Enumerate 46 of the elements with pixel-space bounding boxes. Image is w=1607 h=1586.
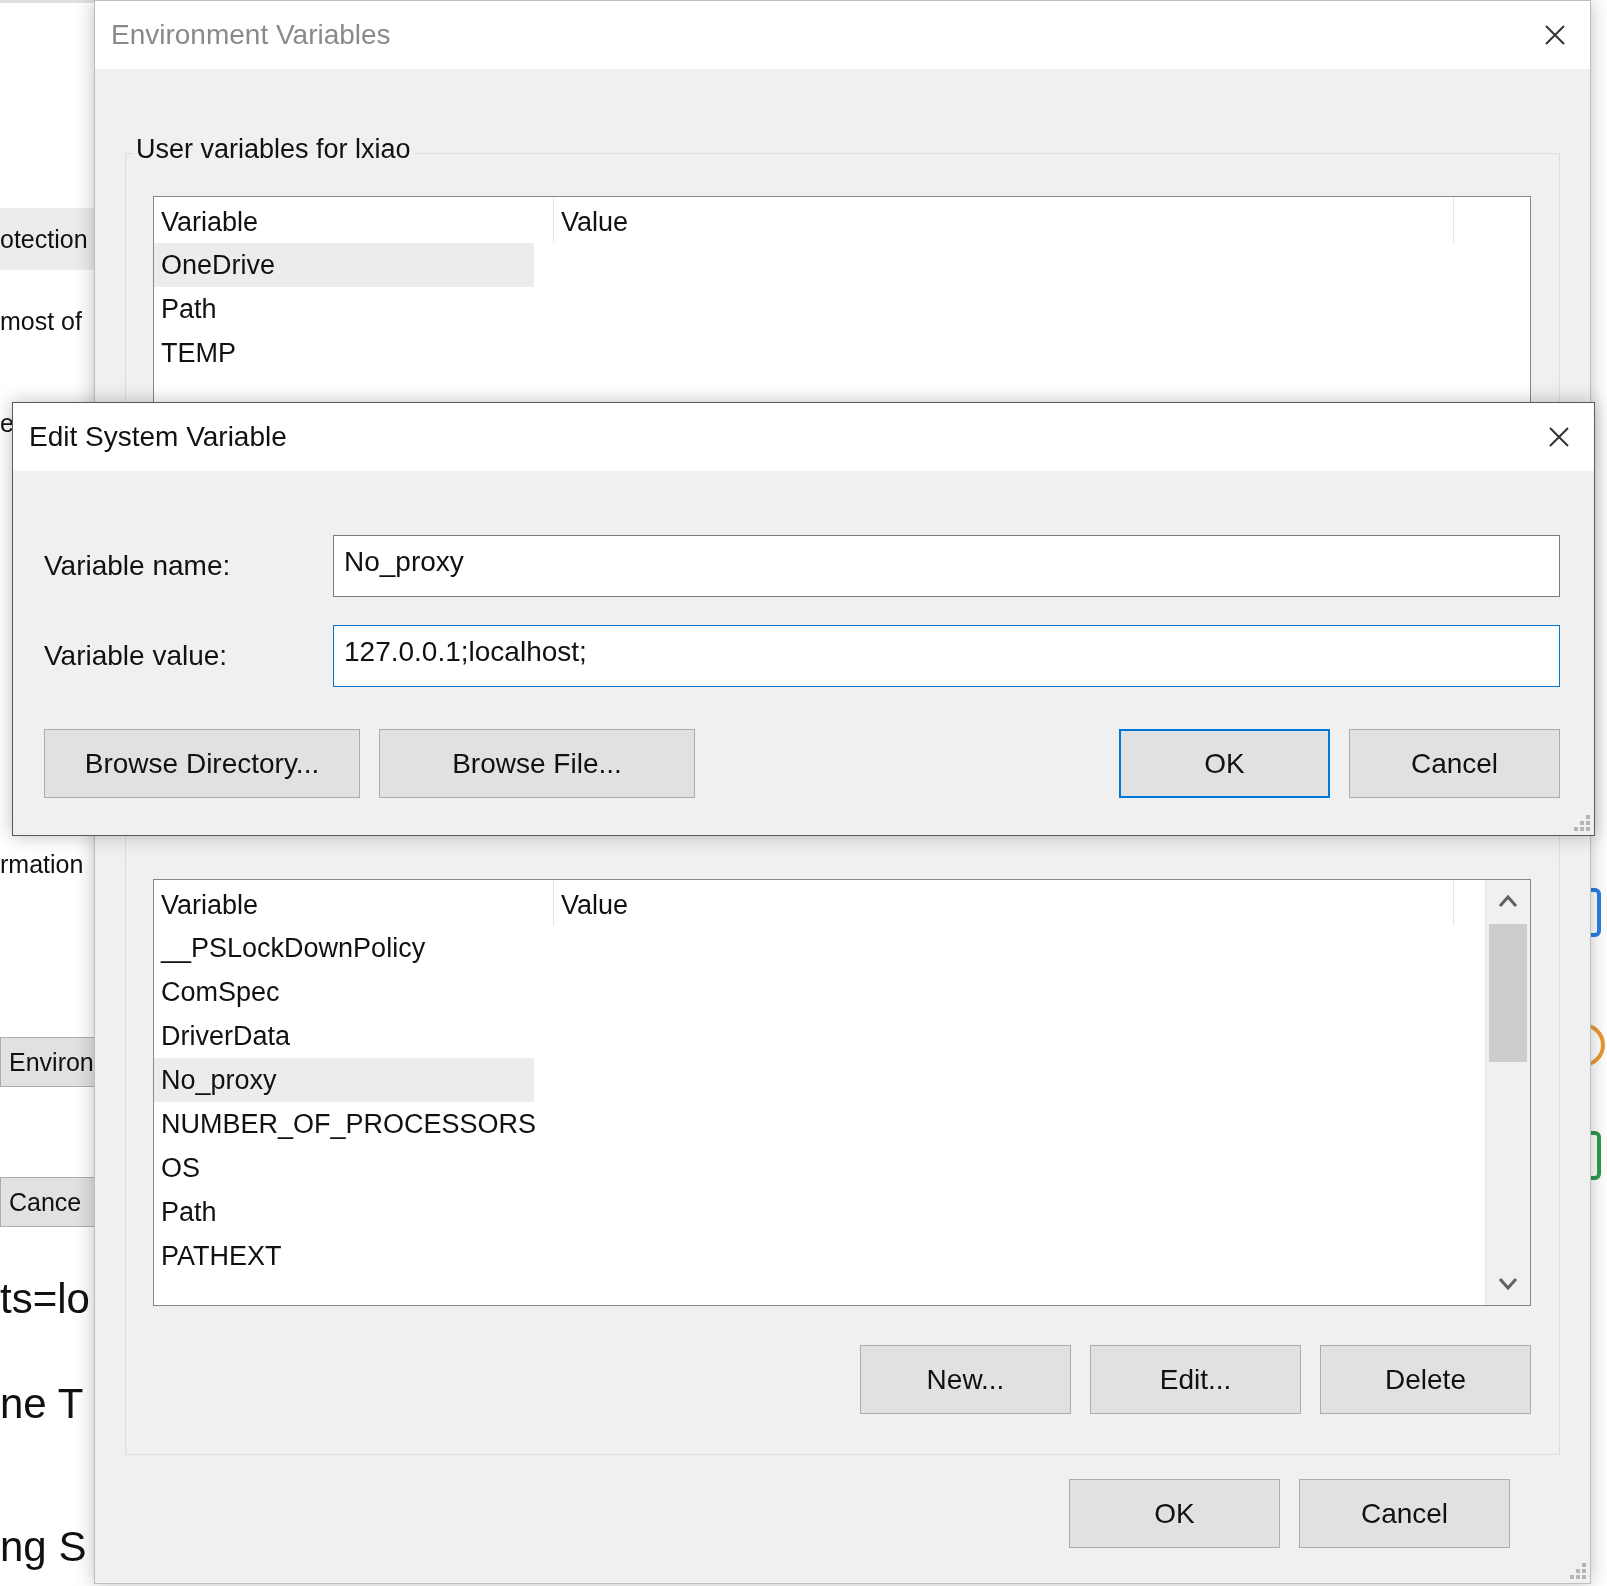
text-field[interactable]: No_proxy: [333, 535, 1560, 597]
variable-cell[interactable]: NUMBER_OF_PROCESSORS: [154, 1102, 534, 1146]
scroll-up-icon[interactable]: [1498, 894, 1518, 908]
scrollbar[interactable]: [1485, 880, 1530, 1305]
resize-grip-icon[interactable]: [1574, 815, 1590, 831]
dialog-button[interactable]: Browse File...: [379, 729, 695, 798]
background-text: ts=lo: [0, 1274, 90, 1324]
background-text: e: [0, 408, 14, 439]
background-text: ne T: [0, 1379, 84, 1429]
variable-cell[interactable]: No_proxy: [154, 1058, 534, 1102]
variables-list[interactable]: Variable Value __PSLockDownPolicy ComSpec DriverData No_proxy NUMBER_OF_PROCESSORS OS Path PATHEXT: [153, 879, 1531, 1306]
variable-cell[interactable]: OS: [154, 1146, 534, 1190]
variable-cell[interactable]: DriverData: [154, 1014, 534, 1058]
variable-cell[interactable]: __PSLockDownPolicy: [154, 926, 534, 970]
column-header[interactable]: Variable: [154, 880, 554, 926]
dialog-button[interactable]: Cancel: [1349, 729, 1560, 798]
action-button[interactable]: New...: [860, 1345, 1071, 1414]
variable-cell[interactable]: Path: [154, 287, 534, 331]
column-header[interactable]: Value: [554, 880, 1454, 926]
action-button[interactable]: Delete: [1320, 1345, 1531, 1414]
variable-cell[interactable]: PATHEXT: [154, 1234, 534, 1278]
close-icon[interactable]: [1544, 24, 1566, 46]
dialog-button[interactable]: OK: [1069, 1479, 1280, 1548]
variable-cell[interactable]: Path: [154, 1190, 534, 1234]
variable-cell[interactable]: TEMP: [154, 331, 534, 375]
dialog-title: Edit System Variable: [29, 421, 287, 453]
background-button[interactable]: Environ: [0, 1037, 94, 1087]
window-title: Environment Variables: [111, 19, 391, 51]
background-button[interactable]: Cance: [0, 1177, 94, 1227]
resize-grip-icon[interactable]: [1570, 1563, 1586, 1579]
dialog-button[interactable]: OK: [1119, 729, 1330, 798]
column-header[interactable]: Value: [554, 197, 1454, 243]
close-icon[interactable]: [1548, 426, 1570, 448]
background-text: ng S: [0, 1522, 87, 1572]
text-field[interactable]: 127.0.0.1;localhost;: [333, 625, 1560, 687]
variable-cell[interactable]: ComSpec: [154, 970, 534, 1014]
background-text: most of: [0, 306, 82, 337]
background-text: rmation: [0, 849, 84, 880]
dialog-button[interactable]: Cancel: [1299, 1479, 1510, 1548]
scroll-down-icon[interactable]: [1498, 1277, 1518, 1291]
field-label: Variable name:: [44, 550, 232, 582]
action-button[interactable]: Edit...: [1090, 1345, 1301, 1414]
dialog-button[interactable]: Browse Directory...: [44, 729, 360, 798]
variable-cell[interactable]: OneDrive: [154, 243, 534, 287]
field-label: Variable value:: [44, 640, 229, 672]
background-text: otection: [0, 208, 94, 270]
